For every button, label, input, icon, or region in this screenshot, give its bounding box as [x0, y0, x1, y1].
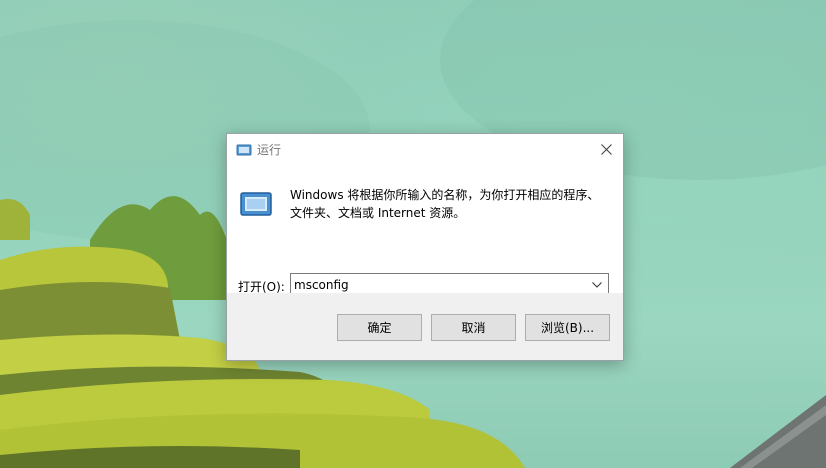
dialog-body: Windows 将根据你所输入的名称，为你打开相应的程序、 文件夹、文档或 In…: [227, 164, 623, 297]
close-icon: [600, 140, 612, 159]
close-button[interactable]: [589, 134, 623, 164]
dialog-description: Windows 将根据你所输入的名称，为你打开相应的程序、 文件夹、文档或 In…: [290, 186, 610, 222]
description-line: 文件夹、文档或 Internet 资源。: [290, 206, 466, 220]
dialog-title: 运行: [257, 143, 282, 157]
run-app-icon: [239, 190, 273, 218]
description-line: Windows 将根据你所输入的名称，为你打开相应的程序、: [290, 188, 600, 202]
browse-button[interactable]: 浏览(B)...: [525, 314, 610, 341]
cancel-button[interactable]: 取消: [431, 314, 516, 341]
run-app-icon: [236, 142, 252, 156]
title-bar[interactable]: 运行: [227, 134, 623, 164]
ok-button[interactable]: 确定: [337, 314, 422, 341]
dialog-footer: 确定 取消 浏览(B)...: [227, 293, 623, 360]
run-dialog: 运行 Windows 将根据你所输入的名称，为你打开相应的程序、 文件夹、文档或…: [226, 133, 624, 361]
